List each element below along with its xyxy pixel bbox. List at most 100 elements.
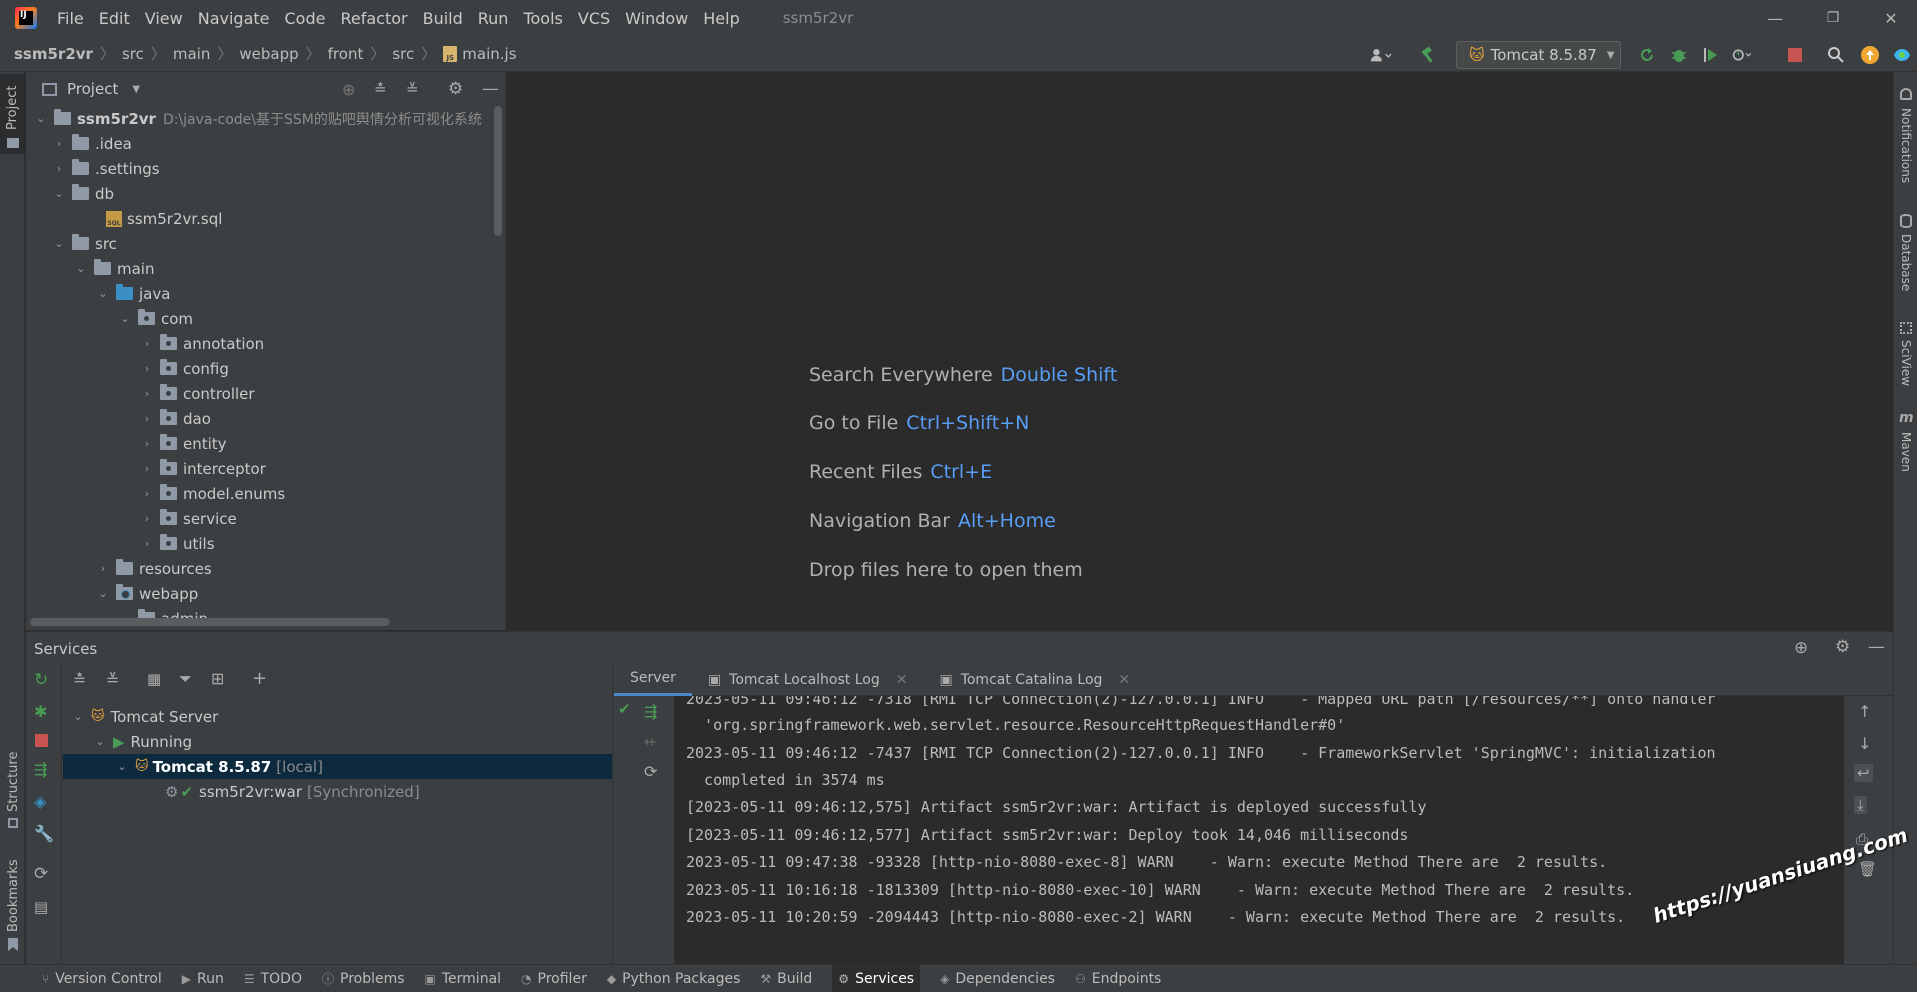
tool-services[interactable]: ⚙ Services bbox=[832, 964, 921, 992]
tool-python-packages[interactable]: ◆ Python Packages bbox=[607, 971, 741, 987]
menu-build[interactable]: Build bbox=[423, 9, 463, 28]
editor-empty-area[interactable]: Search Everywhere Double Shift Go to File… bbox=[507, 72, 1893, 630]
chevron-down-icon[interactable]: ▼ bbox=[132, 84, 140, 95]
tree-item-sql-file[interactable]: SQL ssm5r2vr.sql bbox=[106, 206, 222, 231]
breadcrumb-webapp[interactable]: webapp bbox=[239, 45, 298, 63]
arrow-up-icon[interactable]: ↑ bbox=[1858, 702, 1871, 721]
layout-icon[interactable]: ▤ bbox=[34, 898, 48, 916]
menu-edit[interactable]: Edit bbox=[99, 9, 130, 28]
arrow-down-icon[interactable]: ↓ bbox=[1858, 734, 1871, 753]
tree-item-idea[interactable]: › .idea bbox=[52, 131, 132, 156]
breadcrumb-front[interactable]: front bbox=[328, 45, 364, 63]
tree-item-settings[interactable]: › .settings bbox=[52, 156, 160, 181]
tree-item-db[interactable]: ⌄ db bbox=[52, 181, 114, 206]
refresh-icon[interactable]: ⟳ bbox=[34, 864, 48, 884]
profiler-run-icon[interactable] bbox=[1732, 44, 1754, 66]
gear-icon[interactable]: ⚙ bbox=[1835, 637, 1850, 657]
collapse-all-icon[interactable]: ≚ bbox=[406, 80, 419, 98]
vertical-scrollbar[interactable] bbox=[494, 106, 502, 236]
chevron-down-icon[interactable]: ⌄ bbox=[115, 760, 129, 773]
breadcrumb-main[interactable]: main bbox=[173, 45, 210, 63]
project-panel-title[interactable]: Project bbox=[67, 80, 118, 98]
user-account-icon[interactable] bbox=[1370, 44, 1392, 66]
notifications-tab[interactable]: Notifications bbox=[1899, 108, 1913, 183]
expand-all-icon[interactable]: ≛ bbox=[374, 80, 387, 98]
tab-tomcat-catalina-log[interactable]: ▣ Tomcat Catalina Log ✕ bbox=[923, 664, 1146, 696]
breadcrumb-src[interactable]: src bbox=[122, 45, 144, 63]
tool-terminal[interactable]: ▣ Terminal bbox=[425, 971, 502, 987]
tool-dependencies[interactable]: ◈ Dependencies bbox=[940, 971, 1055, 987]
restore-button[interactable]: ❐ bbox=[1810, 0, 1856, 36]
run-configuration-select[interactable]: 🐱 Tomcat 8.5.87 ▼ bbox=[1456, 41, 1621, 69]
jetbrains-toolbox-icon[interactable] bbox=[1891, 44, 1913, 66]
hide-panel-icon[interactable]: — bbox=[1868, 637, 1885, 657]
rerun-icon[interactable] bbox=[1636, 44, 1658, 66]
crosshair-icon[interactable]: ⊕ bbox=[1794, 638, 1808, 658]
tool-problems[interactable]: ⓘ Problems bbox=[322, 970, 405, 987]
select-opened-file-icon[interactable]: ⊕ bbox=[342, 80, 355, 99]
tree-item-model-enums[interactable]: › model.enums bbox=[140, 481, 285, 506]
stop-icon[interactable] bbox=[35, 734, 48, 747]
intellij-logo-icon[interactable]: IJ bbox=[15, 7, 37, 29]
tree-running[interactable]: ⌄ ▶ Running bbox=[93, 729, 192, 754]
menu-file[interactable]: File bbox=[57, 9, 84, 28]
chevron-down-icon[interactable]: ⌄ bbox=[74, 262, 88, 275]
sciview-tab[interactable]: SciView bbox=[1899, 340, 1913, 386]
close-window-button[interactable]: ✕ bbox=[1868, 0, 1914, 36]
maven-tab[interactable]: Maven bbox=[1899, 432, 1913, 472]
menu-run[interactable]: Run bbox=[478, 9, 509, 28]
breadcrumb-src2[interactable]: src bbox=[392, 45, 414, 63]
menu-code[interactable]: Code bbox=[285, 9, 326, 28]
chevron-right-icon[interactable]: › bbox=[52, 162, 66, 175]
tree-item-webapp[interactable]: ⌄ webapp bbox=[96, 581, 198, 606]
chevron-right-icon[interactable]: › bbox=[140, 412, 154, 425]
scroll-to-end-icon[interactable]: ⤓ bbox=[1854, 796, 1867, 814]
tree-item-interceptor[interactable]: › interceptor bbox=[140, 456, 266, 481]
menu-refactor[interactable]: Refactor bbox=[340, 9, 407, 28]
chevron-right-icon[interactable]: › bbox=[140, 462, 154, 475]
chevron-right-icon[interactable]: › bbox=[140, 537, 154, 550]
tool-version-control[interactable]: ⑂ Version Control bbox=[42, 971, 162, 987]
tree-item-com[interactable]: ⌄ com bbox=[118, 306, 193, 331]
chevron-right-icon[interactable]: › bbox=[140, 337, 154, 350]
tree-artifact[interactable]: ⚙ ✔ ssm5r2vr:war [Synchronized] bbox=[165, 779, 420, 804]
tree-item-src[interactable]: ⌄ src bbox=[52, 231, 117, 256]
chevron-right-icon[interactable]: › bbox=[52, 137, 66, 150]
chevron-right-icon[interactable]: › bbox=[140, 387, 154, 400]
menu-tools[interactable]: Tools bbox=[523, 9, 562, 28]
menu-vcs[interactable]: VCS bbox=[578, 9, 610, 28]
tree-item-main[interactable]: ⌄ main bbox=[74, 256, 154, 281]
chevron-down-icon[interactable]: ⌄ bbox=[93, 735, 107, 748]
close-tab-icon[interactable]: ✕ bbox=[896, 672, 908, 688]
minimize-button[interactable]: — bbox=[1752, 0, 1798, 36]
tool-endpoints[interactable]: ⚇ Endpoints bbox=[1075, 971, 1161, 987]
clear-all-icon[interactable]: 🗑 bbox=[1858, 860, 1877, 878]
chevron-down-icon[interactable]: ⌄ bbox=[71, 710, 85, 723]
breadcrumb-project[interactable]: ssm5r2vr bbox=[14, 45, 93, 63]
artifacts-icon[interactable]: ◈ bbox=[34, 792, 46, 811]
chevron-right-icon[interactable]: › bbox=[140, 512, 154, 525]
horizontal-scrollbar[interactable] bbox=[30, 618, 390, 626]
chevron-down-icon[interactable]: ⌄ bbox=[118, 312, 132, 325]
breadcrumb-file[interactable]: main.js bbox=[462, 45, 516, 63]
deploy-icon[interactable]: ⇶ bbox=[34, 760, 47, 779]
search-icon[interactable] bbox=[1825, 44, 1847, 66]
tab-server[interactable]: Server bbox=[614, 664, 692, 696]
menu-navigate[interactable]: Navigate bbox=[198, 9, 270, 28]
menu-view[interactable]: View bbox=[145, 9, 183, 28]
debug-bug-icon[interactable]: ✱ bbox=[34, 702, 47, 721]
update-icon[interactable] bbox=[1859, 44, 1881, 66]
hide-panel-icon[interactable]: — bbox=[482, 79, 499, 99]
tree-item-controller[interactable]: › controller bbox=[140, 381, 255, 406]
chevron-right-icon[interactable]: › bbox=[140, 487, 154, 500]
refresh-icon[interactable]: ⟳ bbox=[644, 762, 657, 781]
tool-profiler[interactable]: ◔ Profiler bbox=[521, 971, 587, 987]
tree-item-annotation[interactable]: › annotation bbox=[140, 331, 264, 356]
tree-item-entity[interactable]: › entity bbox=[140, 431, 227, 456]
rerun-icon[interactable]: ↻ bbox=[34, 670, 48, 690]
chevron-down-icon[interactable]: ⌄ bbox=[34, 112, 48, 125]
chevron-down-icon[interactable]: ⌄ bbox=[96, 587, 110, 600]
menu-window[interactable]: Window bbox=[625, 9, 688, 28]
tree-item-config[interactable]: › config bbox=[140, 356, 229, 381]
deploy-icon[interactable]: ⇶ bbox=[644, 702, 657, 721]
